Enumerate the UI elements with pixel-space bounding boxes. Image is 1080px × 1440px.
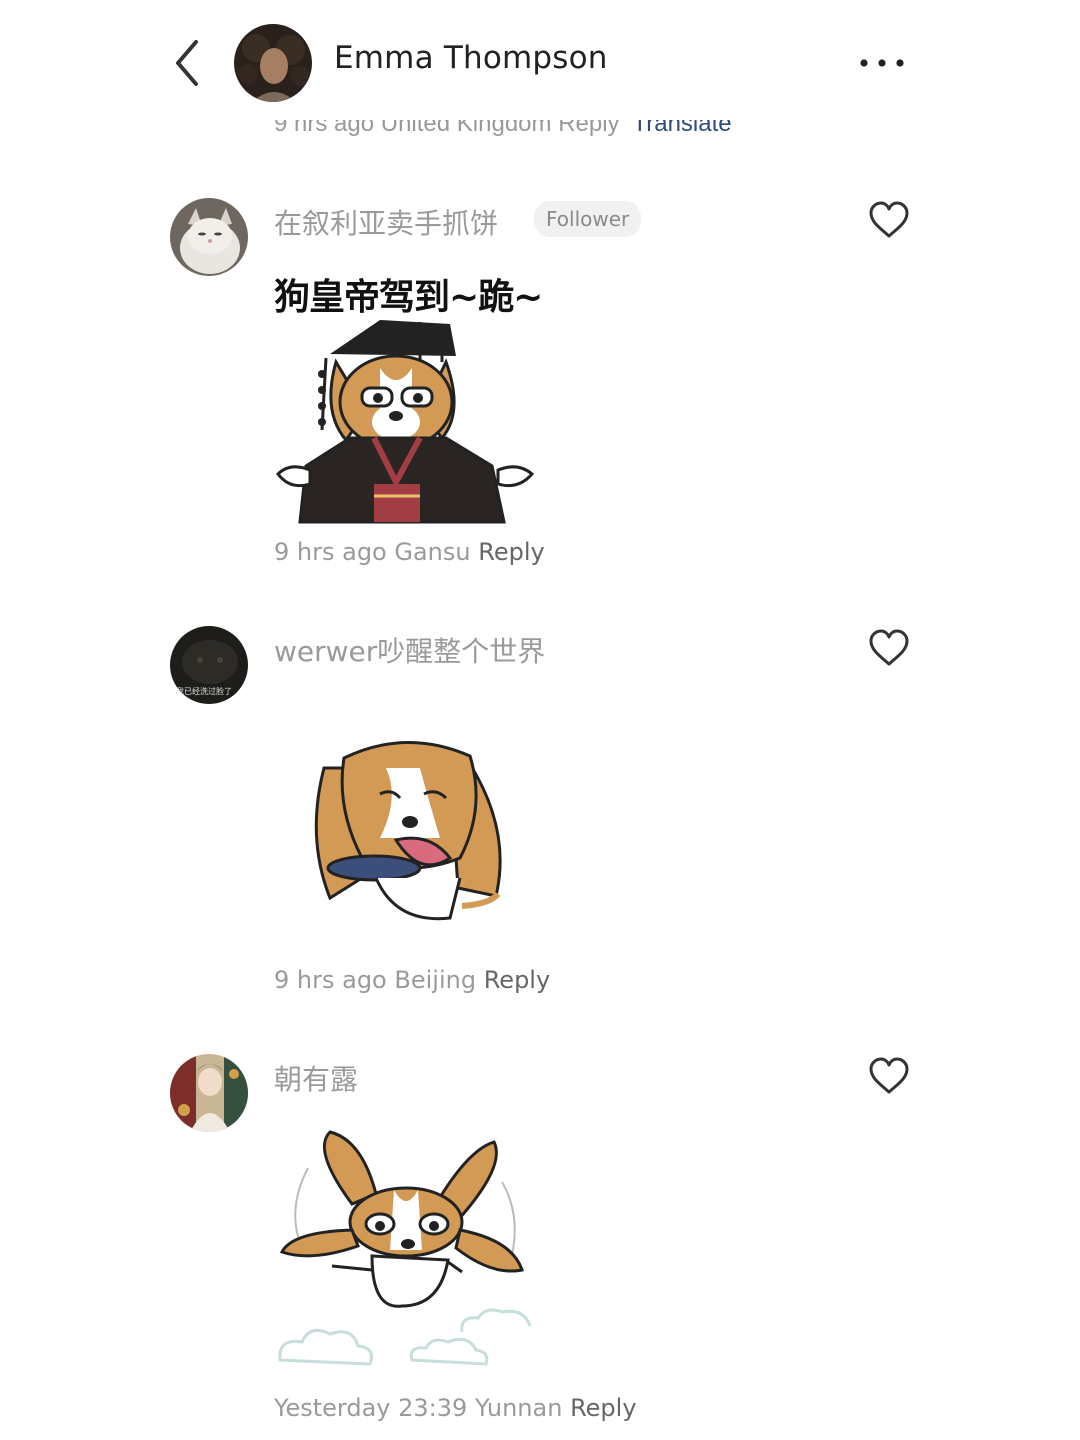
commenter-avatar[interactable] bbox=[170, 198, 248, 276]
more-horizontal-icon bbox=[860, 59, 904, 67]
heart-icon bbox=[869, 1057, 909, 1094]
flying-dog-illustration bbox=[278, 1130, 532, 1366]
comment-meta: 9 hrs ago Gansu Reply bbox=[274, 538, 545, 566]
reply-link[interactable]: Reply bbox=[478, 538, 544, 566]
avatar-image bbox=[234, 24, 312, 102]
like-button[interactable] bbox=[868, 200, 910, 240]
sticker-image[interactable]: 狗皇帝驾到~跪~ bbox=[270, 262, 550, 524]
reply-link[interactable]: Reply bbox=[570, 1394, 636, 1422]
meta-location: Beijing bbox=[394, 966, 477, 994]
more-options-button[interactable] bbox=[856, 50, 912, 76]
meta-time: 9 hrs ago bbox=[274, 966, 387, 994]
sticker-image[interactable] bbox=[300, 728, 520, 934]
heart-icon bbox=[869, 629, 909, 666]
comment-meta: 9 hrs ago Beijing Reply bbox=[274, 966, 550, 994]
comment-meta: Yesterday 23:39 Yunnan Reply bbox=[274, 1394, 637, 1422]
like-button[interactable] bbox=[868, 628, 910, 668]
cat-avatar-image bbox=[170, 198, 248, 276]
chevron-left-icon bbox=[176, 40, 198, 86]
dog-licking-illustration bbox=[314, 741, 502, 921]
commenter-name[interactable]: 朝有露 bbox=[274, 1058, 358, 1098]
avatar-caption: 我已经洗过脸了 bbox=[176, 687, 232, 696]
like-button[interactable] bbox=[868, 1056, 910, 1096]
commenter-name[interactable]: 在叙利亚卖手抓饼 bbox=[274, 202, 498, 242]
heart-icon bbox=[869, 201, 909, 238]
meta-time: 9 hrs ago bbox=[274, 538, 387, 566]
back-button[interactable] bbox=[168, 36, 208, 90]
meta-location: Gansu bbox=[394, 538, 471, 566]
profile-avatar[interactable] bbox=[234, 24, 312, 102]
top-bar: Emma Thompson bbox=[0, 0, 1080, 120]
commenter-name[interactable]: werwer吵醒整个世界 bbox=[274, 630, 545, 670]
page-title: Emma Thompson bbox=[334, 40, 608, 76]
meta-time: Yesterday 23:39 bbox=[274, 1394, 468, 1422]
follower-badge: Follower bbox=[534, 201, 642, 237]
meta-location: Yunnan bbox=[474, 1394, 563, 1422]
dog-emperor-illustration bbox=[276, 320, 535, 524]
painting-avatar-image bbox=[170, 1054, 248, 1132]
commenter-avatar[interactable]: 我已经洗过脸了 bbox=[170, 626, 248, 704]
reply-link[interactable]: Reply bbox=[484, 966, 550, 994]
commenter-avatar[interactable] bbox=[170, 1054, 248, 1132]
sticker-image[interactable] bbox=[272, 1120, 536, 1374]
